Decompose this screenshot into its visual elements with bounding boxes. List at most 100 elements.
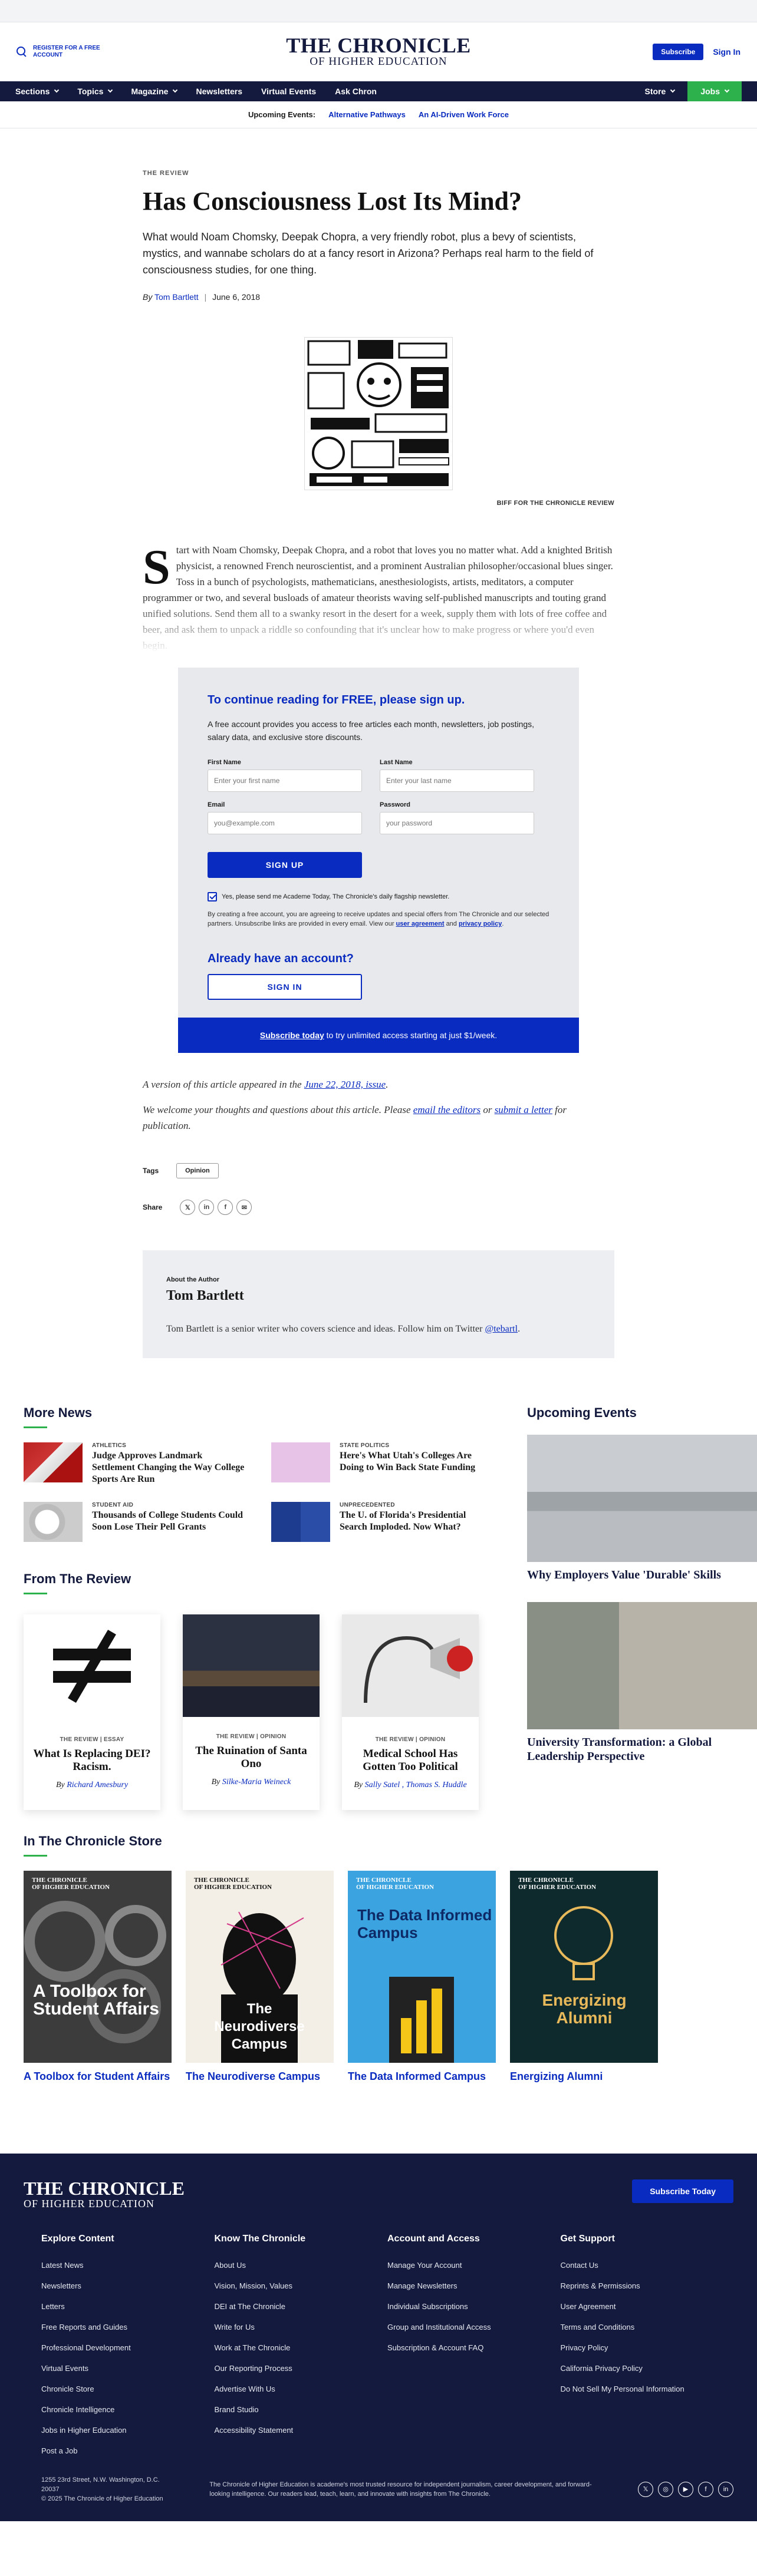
nav-magazine[interactable]: Magazine (131, 81, 178, 101)
upcoming-link[interactable]: Alternative Pathways (328, 110, 406, 119)
footer-link[interactable]: Write for Us (215, 2317, 388, 2337)
left-column: More News ATHLETICS Judge Approves Landm… (24, 1405, 495, 1810)
review-author-link[interactable]: Silke-Maria Weineck (222, 1778, 291, 1786)
privacy-policy-link[interactable]: privacy policy (459, 920, 502, 927)
upcoming-link[interactable]: An AI-Driven Work Force (419, 110, 509, 119)
footer-column-title: Know The Chronicle (214, 2234, 306, 2244)
first-name-input[interactable] (208, 770, 362, 792)
chevron-down-icon (173, 87, 178, 93)
footer-link[interactable]: Vision, Mission, Values (215, 2276, 388, 2296)
footer-bottom: 1255 23rd Street, N.W. Washington, D.C. … (24, 2475, 733, 2504)
footer-link[interactable]: Free Reports and Guides (41, 2317, 215, 2337)
tag-opinion[interactable]: Opinion (176, 1163, 219, 1178)
event-headline[interactable]: University Transformation: a Global Lead… (527, 1735, 757, 1763)
linkedin-icon[interactable]: in (718, 2482, 733, 2497)
search-icon[interactable] (17, 47, 27, 57)
news-item[interactable]: ATHLETICS Judge Approves Landmark Settle… (24, 1442, 248, 1485)
review-author-link[interactable]: Sally Satel , Thomas S. Huddle (365, 1781, 467, 1789)
footer-link[interactable]: Jobs in Higher Education (41, 2420, 215, 2440)
footer-link[interactable]: Work at The Chronicle (215, 2337, 388, 2358)
review-author-link[interactable]: Richard Amesbury (67, 1781, 128, 1789)
footer-link[interactable]: Privacy Policy (561, 2337, 734, 2358)
paywall-signin-button[interactable]: SIGN IN (208, 974, 362, 1000)
email-editors-link[interactable]: email the editors (413, 1104, 480, 1115)
event-image[interactable] (527, 1435, 757, 1562)
email-icon[interactable]: ✉ (236, 1200, 252, 1215)
footer-link[interactable]: Chronicle Store (41, 2379, 215, 2399)
footer-link[interactable]: User Agreement (561, 2296, 734, 2317)
review-card[interactable]: THE REVIEW | OPINION The Ruination of Sa… (183, 1614, 320, 1810)
news-item[interactable]: STUDENT AID Thousands of College Student… (24, 1502, 248, 1542)
subscribe-button[interactable]: Subscribe (653, 44, 704, 60)
footer-link[interactable]: Our Reporting Process (215, 2358, 388, 2379)
footer-link[interactable]: Latest News (41, 2255, 215, 2276)
signin-link[interactable]: Sign In (713, 47, 740, 57)
footer-link[interactable]: Manage Your Account (387, 2255, 561, 2276)
news-category: STATE POLITICS (340, 1442, 390, 1449)
footer-link[interactable]: Professional Development (41, 2337, 215, 2358)
nav-store[interactable]: Store (632, 81, 688, 101)
footer-link[interactable]: Letters (41, 2296, 215, 2317)
footer-link[interactable]: Manage Newsletters (387, 2276, 561, 2296)
x-icon[interactable]: 𝕏 (180, 1200, 196, 1215)
footer-link[interactable]: Contact Us (561, 2255, 734, 2276)
event-image[interactable] (527, 1602, 757, 1729)
footer-link[interactable]: Terms and Conditions (561, 2317, 734, 2337)
site-logo[interactable]: THE CHRONICLE OF HIGHER EDUCATION (286, 35, 471, 68)
twitter-handle-link[interactable]: @tebartl (485, 1324, 518, 1334)
review-kicker: THE REVIEW | OPINION (375, 1736, 446, 1743)
event-headline[interactable]: Why Employers Value 'Durable' Skills (527, 1568, 757, 1582)
store-item[interactable]: THE CHRONICLE OF HIGHER EDUCATION The Dat… (348, 1871, 496, 2083)
review-card-body: THE REVIEW | ESSAY What Is Replacing DEI… (24, 1720, 160, 1810)
signup-button[interactable]: SIGN UP (208, 852, 362, 878)
submit-letter-link[interactable]: submit a letter (495, 1104, 552, 1115)
footer-link[interactable]: Do Not Sell My Personal Information (561, 2379, 734, 2399)
facebook-icon[interactable]: f (698, 2482, 713, 2497)
nav-virtual-events[interactable]: Virtual Events (261, 81, 316, 101)
footer-link[interactable]: Advertise With Us (215, 2379, 388, 2399)
nav-ask-chron[interactable]: Ask Chron (335, 81, 377, 101)
footer-link[interactable]: Individual Subscriptions (387, 2296, 561, 2317)
linkedin-icon[interactable]: in (199, 1200, 215, 1215)
nav-newsletters[interactable]: Newsletters (196, 81, 242, 101)
footer-link[interactable]: About Us (215, 2255, 388, 2276)
review-card[interactable]: THE REVIEW | OPINION Medical School Has … (342, 1614, 479, 1810)
nav-sections[interactable]: Sections (15, 81, 60, 101)
newsletter-checkbox[interactable] (208, 892, 217, 901)
footer-link[interactable]: Reprints & Permissions (561, 2276, 734, 2296)
footer-link[interactable]: California Privacy Policy (561, 2358, 734, 2379)
instagram-icon[interactable]: ◎ (658, 2482, 673, 2497)
footer-link[interactable]: Accessibility Statement (215, 2420, 388, 2440)
not-equal-icon (24, 1614, 160, 1717)
issue-link[interactable]: June 22, 2018, issue (304, 1079, 386, 1090)
store-item[interactable]: THE CHRONICLE OF HIGHER EDUCATION A Toolb… (24, 1871, 172, 2083)
footer-logo[interactable]: THE CHRONICLE OF HIGHER EDUCATION (24, 2179, 185, 2210)
footer-link[interactable]: Virtual Events (41, 2358, 215, 2379)
nav-jobs[interactable]: Jobs (687, 81, 742, 101)
last-name-input[interactable] (380, 770, 534, 792)
footer-link[interactable]: Post a Job (41, 2440, 215, 2461)
footer-link[interactable]: Group and Institutional Access (387, 2317, 561, 2337)
store-item[interactable]: THE CHRONICLE OF HIGHER EDUCATION The Neu… (186, 1871, 334, 2083)
footer-subscribe-button[interactable]: Subscribe Today (632, 2179, 733, 2203)
email-input[interactable] (208, 812, 362, 834)
footer-link[interactable]: DEI at The Chronicle (215, 2296, 388, 2317)
youtube-icon[interactable]: ▶ (678, 2482, 693, 2497)
article-kicker[interactable]: THE REVIEW (143, 170, 614, 177)
news-item[interactable]: UNPRECEDENTED The U. of Florida's Presid… (271, 1502, 495, 1542)
footer-link[interactable]: Chronicle Intelligence (41, 2399, 215, 2420)
review-card[interactable]: THE REVIEW | ESSAY What Is Replacing DEI… (24, 1614, 160, 1810)
register-link[interactable]: REGISTER FOR A FREE ACCOUNT (33, 45, 121, 59)
nav-topics[interactable]: Topics (77, 81, 113, 101)
news-item[interactable]: STATE POLITICS Here's What Utah's Colleg… (271, 1442, 495, 1485)
footer-link[interactable]: Brand Studio (215, 2399, 388, 2420)
author-link[interactable]: Tom Bartlett (154, 292, 199, 302)
x-icon[interactable]: 𝕏 (638, 2482, 653, 2497)
store-item[interactable]: THE CHRONICLE OF HIGHER EDUCATION Energiz… (510, 1871, 658, 2083)
password-input[interactable] (380, 812, 534, 834)
footer-link[interactable]: Newsletters (41, 2276, 215, 2296)
user-agreement-link[interactable]: user agreement (396, 920, 445, 927)
facebook-icon[interactable]: f (218, 1200, 233, 1215)
subscribe-today-link[interactable]: Subscribe today (260, 1031, 324, 1040)
footer-link[interactable]: Subscription & Account FAQ (387, 2337, 561, 2358)
